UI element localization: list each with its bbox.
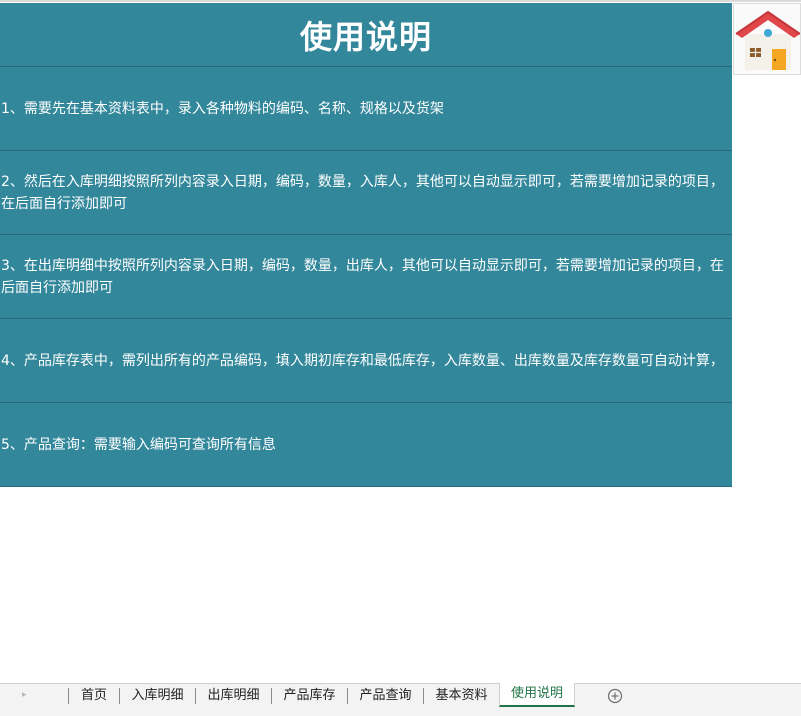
- instruction-row[interactable]: 3、在出库明细中按照所列内容录入日期，编码，数量，出库人，其他可以自动显示即可，…: [0, 235, 732, 319]
- top-border: [0, 0, 801, 2]
- plus-circle-icon[interactable]: [607, 688, 623, 704]
- home-button[interactable]: [733, 3, 801, 75]
- instruction-text: 3、在出库明细中按照所列内容录入日期，编码，数量，出库人，其他可以自动显示即可，…: [1, 257, 724, 296]
- tab-home[interactable]: 首页: [69, 684, 119, 708]
- instruction-row[interactable]: 5、产品查询：需要输入编码可查询所有信息: [0, 403, 732, 487]
- instruction-row[interactable]: 1、需要先在基本资料表中，录入各种物料的编码、名称、规格以及货架: [0, 67, 732, 151]
- scroll-tabs-arrow-icon[interactable]: ▸: [22, 690, 27, 700]
- tab-instructions[interactable]: 使用说明: [499, 683, 575, 707]
- tab-inbound-detail[interactable]: 入库明细: [120, 684, 195, 708]
- instruction-row[interactable]: 2、然后在入库明细按照所列内容录入日期，编码，数量，入库人，其他可以自动显示即可…: [0, 151, 732, 235]
- instruction-text: 4、产品库存表中，需列出所有的产品编码，填入期初库存和最低库存，入库数量、出库数…: [1, 352, 724, 369]
- sheet-tab-bar: ▸ 首页 入库明细 出库明细 产品库存 产品查询 基本资料 使用说明: [0, 683, 801, 716]
- title-cell[interactable]: 使用说明: [0, 3, 732, 67]
- tab-product-stock[interactable]: 产品库存: [272, 684, 347, 708]
- instruction-text: 1、需要先在基本资料表中，录入各种物料的编码、名称、规格以及货架: [1, 100, 444, 117]
- worksheet-area[interactable]: 使用说明 1、需要先在基本资料表中，录入各种物料的编码、名称、规格以及货架 2、…: [0, 0, 801, 683]
- tab-outbound-detail[interactable]: 出库明细: [196, 684, 271, 708]
- instruction-text: 2、然后在入库明细按照所列内容录入日期，编码，数量，入库人，其他可以自动显示即可…: [1, 173, 724, 212]
- house-icon: [735, 10, 801, 70]
- page-title: 使用说明: [299, 17, 432, 56]
- instruction-row[interactable]: 4、产品库存表中，需列出所有的产品编码，填入期初库存和最低库存，入库数量、出库数…: [0, 319, 732, 403]
- tab-basic-data[interactable]: 基本资料: [424, 684, 499, 708]
- tab-product-query[interactable]: 产品查询: [348, 684, 423, 708]
- instruction-text: 5、产品查询：需要输入编码可查询所有信息: [1, 436, 276, 453]
